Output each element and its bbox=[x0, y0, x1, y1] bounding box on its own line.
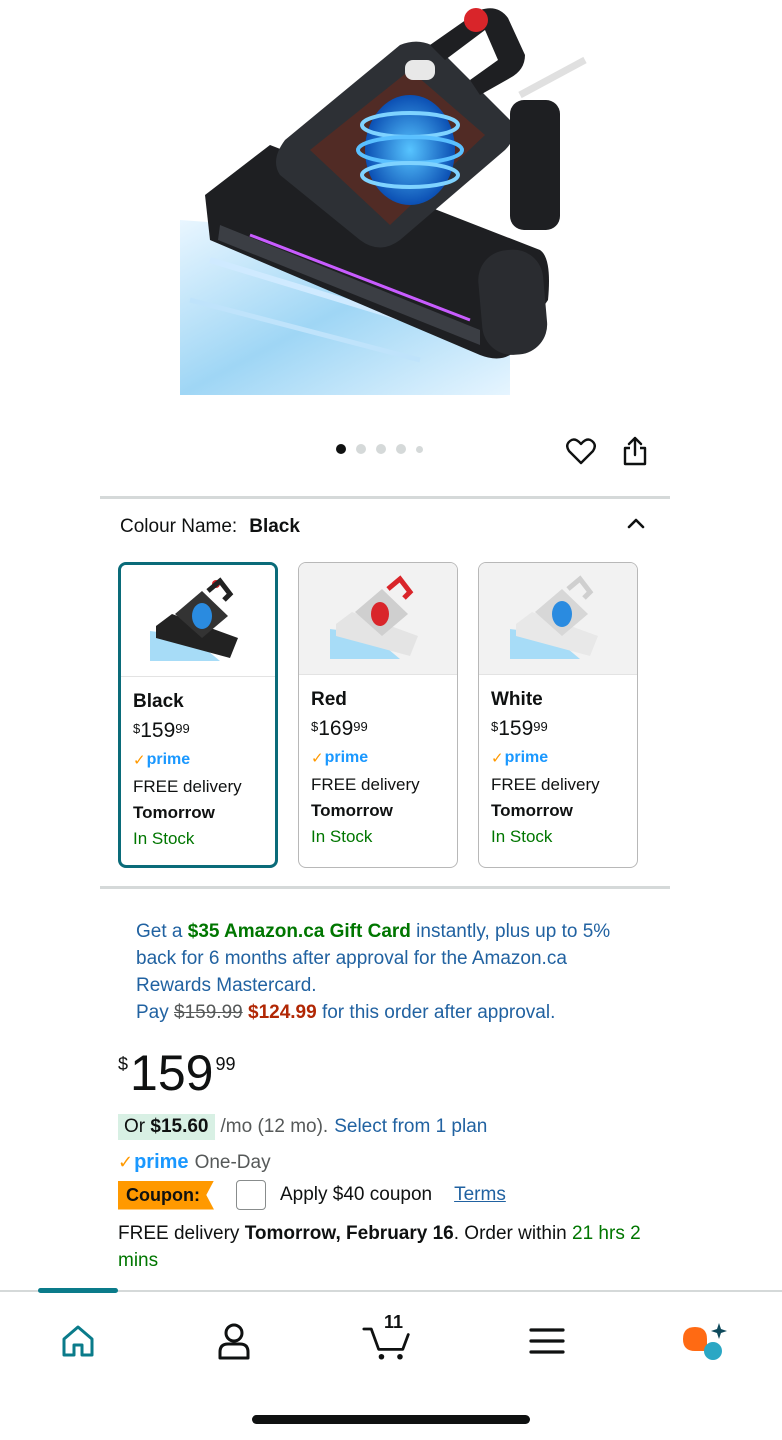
carousel-dot[interactable] bbox=[356, 444, 366, 454]
carousel-dot[interactable] bbox=[416, 445, 423, 453]
prime-logo: ✓ prime bbox=[118, 1151, 189, 1173]
installment-plan: Or $15.60 /mo (12 mo). Select from 1 pla… bbox=[118, 1114, 487, 1140]
swatch-red[interactable]: Red $169 99 ✓ prime FREE delivery Tomorrow… bbox=[298, 562, 458, 868]
prime-logo: ✓ prime bbox=[491, 749, 549, 767]
carousel-dot[interactable] bbox=[376, 444, 386, 454]
nav-menu[interactable] bbox=[522, 1316, 572, 1366]
carousel-dot[interactable] bbox=[336, 444, 346, 454]
rufus-assistant-icon bbox=[683, 1323, 727, 1360]
installment-term: /mo (12 mo). bbox=[220, 1116, 329, 1137]
credit-card-promo[interactable]: Get a $35 Amazon.ca Gift Card instantly,… bbox=[136, 918, 636, 1026]
swatch-white[interactable]: White $159 99 ✓ prime FREE delivery Tomorr… bbox=[478, 562, 638, 868]
swatch-delivery: FREE delivery bbox=[491, 775, 600, 794]
home-icon bbox=[62, 1325, 94, 1357]
colour-label: Colour Name: bbox=[120, 516, 238, 537]
coupon-label[interactable]: Apply $40 coupon bbox=[280, 1184, 432, 1206]
carousel-dot[interactable] bbox=[396, 444, 406, 454]
gift-card-amount: $35 Amazon.ca Gift Card bbox=[187, 921, 411, 942]
nav-cart[interactable]: 11 bbox=[362, 1312, 412, 1366]
swatch-thumbnail bbox=[299, 563, 457, 675]
nav-rufus[interactable] bbox=[678, 1316, 728, 1366]
colour-value: Black bbox=[249, 516, 300, 537]
prime-speed: One-Day bbox=[194, 1151, 271, 1173]
wishlist-heart-icon[interactable] bbox=[564, 434, 598, 468]
chevron-up-icon[interactable] bbox=[622, 510, 650, 538]
swatch-stock: In Stock bbox=[311, 827, 373, 846]
delivery-date: Tomorrow, February 16 bbox=[244, 1223, 454, 1244]
swatch-delivery-day: Tomorrow bbox=[311, 801, 393, 820]
old-price: $159.99 bbox=[174, 1002, 243, 1023]
swatch-delivery-day: Tomorrow bbox=[133, 803, 215, 822]
nav-account[interactable] bbox=[209, 1316, 259, 1366]
nav-home[interactable] bbox=[53, 1316, 103, 1366]
colour-swatches: Black $159 99 ✓ prime FREE delivery Tomorr… bbox=[118, 562, 638, 868]
delivery-message: FREE delivery Tomorrow, February 16. Ord… bbox=[118, 1223, 641, 1271]
select-plan-link[interactable]: Select from 1 plan bbox=[334, 1116, 487, 1138]
swatch-stock: In Stock bbox=[133, 829, 195, 848]
swatch-name: White bbox=[491, 689, 543, 710]
prime-check-icon: ✓ bbox=[491, 750, 504, 767]
swatch-name: Red bbox=[311, 689, 347, 710]
coupon-checkbox[interactable] bbox=[235, 1180, 266, 1210]
colour-selector-header[interactable]: Colour Name: Black bbox=[120, 516, 650, 538]
prime-delivery-line: ✓ prime One-Day bbox=[118, 1151, 271, 1174]
nav-active-indicator bbox=[38, 1288, 118, 1293]
main-price: $159 99 bbox=[118, 1045, 236, 1101]
coupon-badge: Coupon: bbox=[118, 1180, 214, 1210]
swatch-thumbnail bbox=[479, 563, 637, 675]
carousel-dots[interactable] bbox=[336, 444, 423, 454]
swatch-name: Black bbox=[133, 691, 184, 712]
vacuum-illustration bbox=[180, 0, 600, 400]
installment-amount: Or $15.60 bbox=[118, 1114, 215, 1140]
promo-price: $124.99 bbox=[248, 1002, 317, 1023]
swatch-price: $159 99 bbox=[133, 719, 190, 742]
coupon-terms-link[interactable]: Terms bbox=[454, 1184, 506, 1206]
share-icon[interactable] bbox=[618, 434, 652, 468]
cart-count-badge: 11 bbox=[384, 1312, 404, 1332]
swatch-stock: In Stock bbox=[491, 827, 553, 846]
prime-check-icon: ✓ bbox=[311, 750, 324, 767]
section-divider bbox=[100, 886, 670, 889]
user-icon bbox=[218, 1323, 250, 1360]
hamburger-menu-icon bbox=[529, 1328, 565, 1354]
swatch-delivery-day: Tomorrow bbox=[491, 801, 573, 820]
prime-logo: ✓ prime bbox=[311, 749, 369, 767]
product-image[interactable] bbox=[180, 0, 600, 400]
swatch-price: $169 99 bbox=[311, 717, 368, 740]
coupon-row: Coupon: Apply $40 coupon Terms bbox=[118, 1180, 506, 1210]
home-indicator bbox=[252, 1415, 530, 1424]
swatch-black[interactable]: Black $159 99 ✓ prime FREE delivery Tomorr… bbox=[118, 562, 278, 868]
prime-logo: ✓ prime bbox=[133, 751, 191, 769]
section-divider bbox=[100, 496, 670, 499]
swatch-price: $159 99 bbox=[491, 717, 548, 740]
prime-check-icon: ✓ bbox=[118, 1152, 134, 1172]
bottom-nav: 11 bbox=[0, 1288, 782, 1440]
swatch-delivery: FREE delivery bbox=[133, 777, 242, 796]
swatch-thumbnail bbox=[121, 565, 275, 677]
prime-check-icon: ✓ bbox=[133, 752, 146, 769]
swatch-delivery: FREE delivery bbox=[311, 775, 420, 794]
